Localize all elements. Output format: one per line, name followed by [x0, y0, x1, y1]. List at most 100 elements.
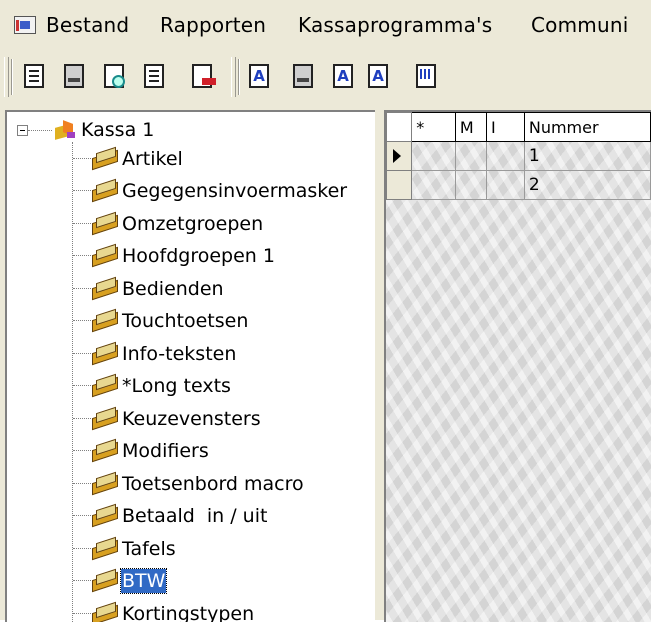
book-icon [91, 276, 119, 301]
tree-item-label: Omzetgroepen [122, 213, 264, 235]
tree-connector [73, 450, 91, 451]
tree-item-label: Gegegensinvoermasker [122, 180, 348, 202]
cell-i[interactable] [485, 170, 525, 200]
tree-item-artikel[interactable]: Artikel [7, 144, 367, 176]
menu-bestand[interactable]: Bestand [46, 10, 129, 40]
letter-a-exit-icon: A [368, 64, 388, 88]
tree-connector [73, 483, 91, 484]
tree-item-label: Toetsenbord macro [122, 473, 304, 495]
tree-item-gegegensinvoermasker[interactable]: Gegegensinvoermasker [7, 176, 367, 208]
cash-register-icon [53, 120, 75, 140]
row-indicator-header [386, 112, 413, 142]
tree-connector [73, 223, 91, 224]
tree-item-label: Artikel [122, 148, 183, 170]
column-header-m[interactable]: M [454, 112, 487, 142]
row-indicator[interactable] [386, 170, 413, 200]
table-row[interactable]: 2 [386, 170, 651, 200]
table-row[interactable]: 1 [386, 141, 651, 171]
menu-bar: Bestand Rapporten Kassaprogramma's Commu… [0, 0, 651, 46]
book-icon [91, 146, 119, 171]
exit-icon [192, 64, 216, 88]
book-icon [91, 471, 119, 496]
tree-item-touchtoetsen[interactable]: Touchtoetsen [7, 306, 367, 338]
tree-connector [73, 548, 91, 549]
tree-item-label: Info-teksten [122, 343, 237, 365]
tree-item-kortingstypen[interactable]: Kortingstypen [7, 599, 367, 622]
data-grid[interactable]: * M I Nummer 1 2 [384, 110, 651, 622]
collapse-icon[interactable] [17, 125, 28, 136]
print-preview-icon [104, 64, 125, 88]
tree-item-info-teksten[interactable]: Info-teksten [7, 339, 367, 371]
tree-item-label: Kortingstypen [122, 603, 255, 622]
tree-item-tafels[interactable]: Tafels [7, 534, 367, 566]
column-header-nummer[interactable]: Nummer [523, 112, 651, 142]
table-header-row: * M I Nummer [386, 112, 651, 142]
toolbar-grip[interactable] [231, 57, 236, 97]
row-indicator[interactable] [386, 141, 413, 171]
tree-connector [73, 418, 91, 419]
tree-item-omzetgroepen[interactable]: Omzetgroepen [7, 209, 367, 241]
tree-connector [28, 130, 52, 131]
tree-item-label: Keuzevensters [122, 408, 261, 430]
tree-item-keuzevensters[interactable]: Keuzevensters [7, 404, 367, 436]
toolbar: A A A [0, 46, 651, 108]
book-icon [91, 406, 119, 431]
properties-button[interactable] [138, 59, 172, 93]
tree-connector [73, 320, 91, 321]
tree-item-long-texts[interactable]: *Long texts [7, 371, 367, 403]
tree-item-modifiers[interactable]: Modifiers [7, 436, 367, 468]
cell-m[interactable] [454, 170, 487, 200]
book-icon [91, 503, 119, 528]
cell-star[interactable] [411, 170, 456, 200]
cell-i[interactable] [485, 141, 525, 171]
tree-root-label: Kassa 1 [81, 119, 155, 141]
tree-connector [73, 255, 91, 256]
cell-nummer[interactable]: 2 [523, 170, 651, 200]
tree-item-label: Modifiers [122, 440, 209, 462]
tree-view[interactable]: Kassa 1 Artikel Gegegensinvoermasker Omz… [5, 110, 375, 622]
tree-connector [73, 613, 91, 614]
print-list-button[interactable] [287, 59, 321, 93]
grid-export-button[interactable] [410, 59, 444, 93]
toolbar-grip[interactable] [4, 57, 9, 97]
print-preview-button[interactable] [98, 59, 132, 93]
properties-icon [144, 64, 164, 88]
tree-item-toetsenbord-macro[interactable]: Toetsenbord macro [7, 469, 367, 501]
book-icon [91, 178, 119, 203]
tree-item-label: Betaald in / uit [122, 505, 268, 527]
column-header-i[interactable]: I [485, 112, 525, 142]
book-icon [91, 211, 119, 236]
document-button[interactable] [18, 59, 52, 93]
tree-item-label-selected: BTW [119, 568, 168, 594]
menu-communicatie[interactable]: Communi [531, 10, 628, 40]
column-header-star[interactable]: * [411, 112, 456, 142]
tree-item-label: Tafels [122, 538, 176, 560]
cell-m[interactable] [454, 141, 487, 171]
book-icon [91, 601, 119, 622]
letter-a-exit-button[interactable]: A [362, 59, 396, 93]
book-icon [91, 243, 119, 268]
tree-item-bedienden[interactable]: Bedienden [7, 274, 367, 306]
app-icon[interactable] [14, 16, 36, 34]
tree-item-hoofdgroepen[interactable]: Hoofdgroepen 1 [7, 241, 367, 273]
print-list-icon [293, 64, 313, 88]
grid-export-icon [416, 64, 436, 88]
tree-connector [73, 288, 91, 289]
menu-rapporten[interactable]: Rapporten [160, 10, 266, 40]
book-icon [91, 536, 119, 561]
tree-item-betaald-in-uit[interactable]: Betaald in / uit [7, 501, 367, 533]
tree-root-node[interactable]: Kassa 1 [7, 118, 367, 144]
exit-button[interactable] [186, 59, 220, 93]
cell-star[interactable] [411, 141, 456, 171]
cell-nummer[interactable]: 1 [523, 141, 651, 171]
tree-item-label: Hoofdgroepen 1 [122, 245, 275, 267]
book-icon [91, 568, 119, 593]
toolbar-separator [238, 59, 240, 95]
tree-panel: Kassa 1 Artikel Gegegensinvoermasker Omz… [0, 108, 379, 622]
letter-a-arrow-button[interactable]: A [327, 59, 361, 93]
book-icon [91, 308, 119, 333]
tree-item-btw[interactable]: BTW [7, 566, 367, 598]
letter-a-button[interactable]: A [243, 59, 277, 93]
print-button[interactable] [58, 59, 92, 93]
menu-kassaprogrammas[interactable]: Kassaprogramma's [298, 10, 492, 40]
